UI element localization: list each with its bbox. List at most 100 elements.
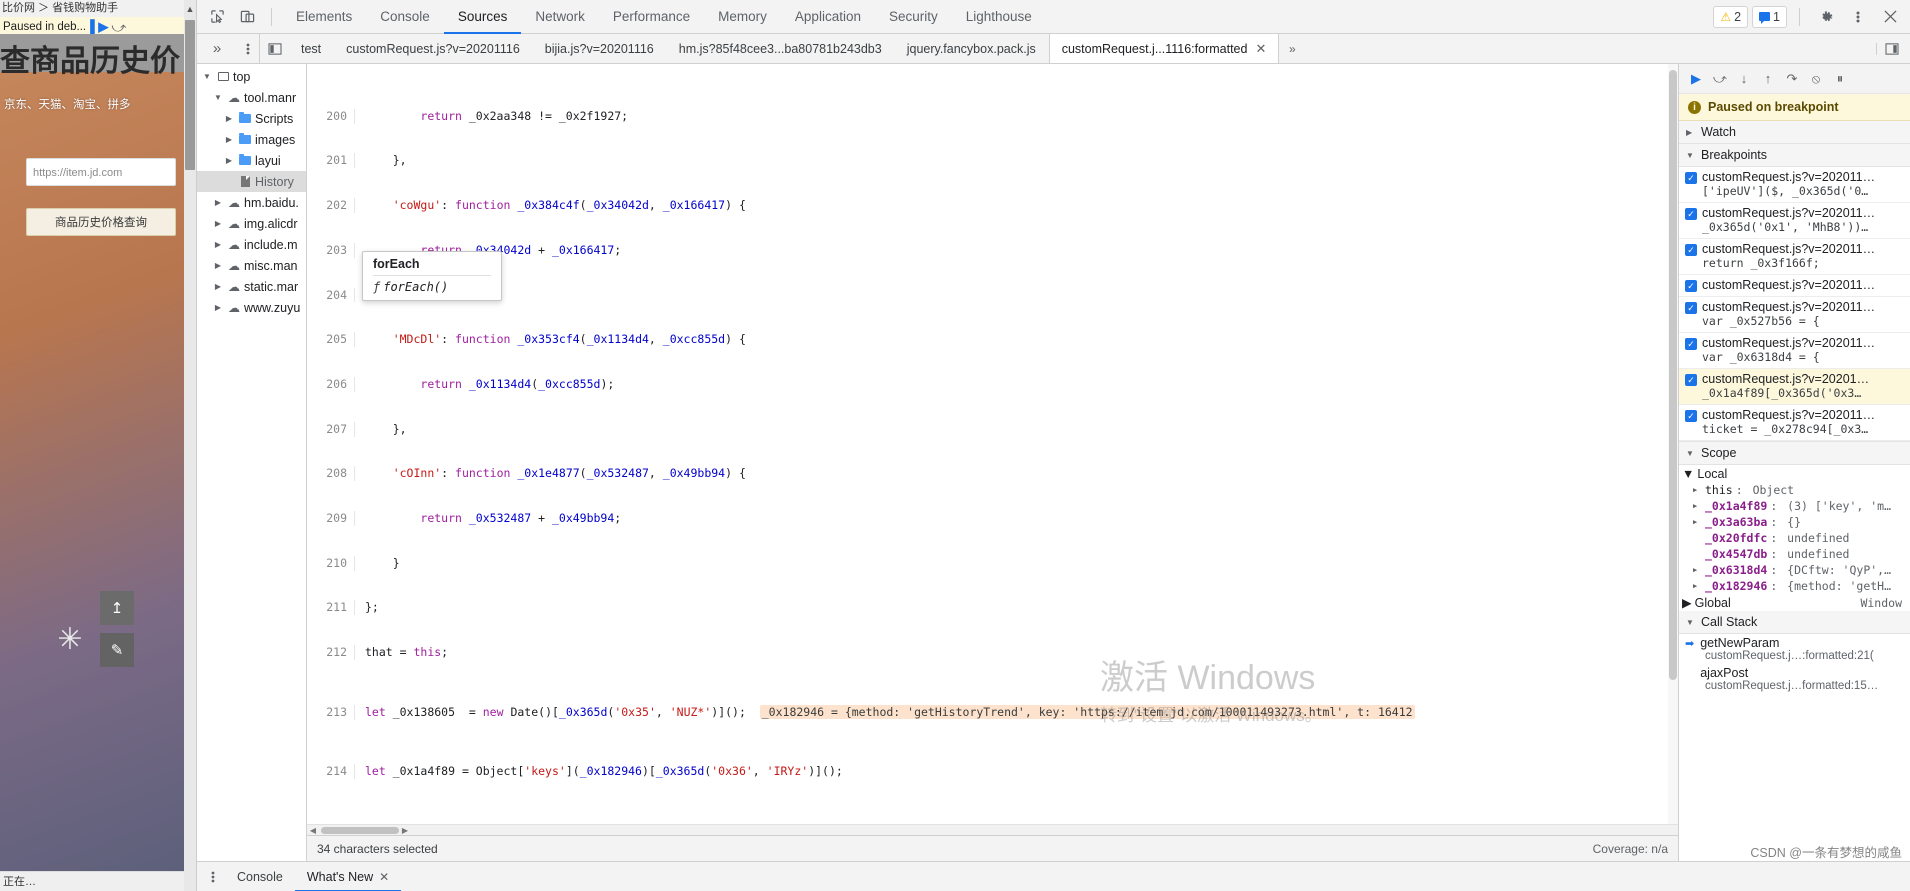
code-content[interactable]: 200 return _0x2aa348 != _0x2f1927; 201 }… [307, 64, 1678, 824]
line-text[interactable]: 'cOInn': function _0x1e4877(_0x532487, _… [355, 466, 1678, 481]
chevron-right-icon[interactable]: ▶ [1682, 595, 1692, 610]
tab-lighthouse[interactable]: Lighthouse [952, 0, 1046, 34]
autocomplete-popover[interactable]: forEach ƒ forEach() [362, 251, 502, 301]
twisty-icon[interactable]: ▶ [212, 240, 224, 249]
step-out-icon[interactable]: ↑ [1757, 68, 1779, 90]
breakpoint-item-active[interactable]: ✓ customRequest.js?v=20201… _0x1a4f89[_0x… [1679, 369, 1910, 405]
step-icon[interactable]: ↷ [1781, 68, 1803, 90]
drawer-tab-whats-new[interactable]: What's New ✕ [295, 862, 401, 891]
tree-item-scripts[interactable]: ▶ Scripts [197, 108, 306, 129]
chevron-right-icon[interactable]: ▶ [1693, 486, 1702, 494]
navigator-more-icon[interactable] [237, 34, 259, 63]
chevron-right-icon[interactable]: ▶ [1693, 502, 1702, 510]
file-tab-test[interactable]: test [289, 34, 334, 63]
line-text[interactable]: } [355, 556, 1678, 571]
line-number[interactable]: 208 [307, 466, 355, 482]
breakpoint-item[interactable]: ✓ customRequest.js?v=202011… var _0x6318d… [1679, 333, 1910, 369]
file-tab-customrequest[interactable]: customRequest.js?v=20201116 [334, 34, 533, 63]
call-stack-frame-current[interactable]: ➡ getNewParam customRequest.j…:formatted… [1679, 634, 1910, 664]
chevron-down-icon[interactable]: ▼ [1686, 618, 1696, 627]
twisty-icon[interactable]: ▶ [212, 261, 224, 270]
scroll-right-arrow-icon[interactable]: ▶ [399, 825, 411, 836]
chevron-right-icon[interactable]: ▶ [1686, 128, 1696, 137]
warning-count-button[interactable]: ⚠ 2 [1713, 5, 1749, 28]
step-over-icon[interactable]: ⤻ [111, 20, 126, 34]
line-number[interactable]: 201 [307, 153, 355, 169]
tree-item-top[interactable]: ▼ top [197, 66, 306, 87]
breakpoint-checkbox[interactable]: ✓ [1685, 374, 1697, 386]
chevron-right-icon[interactable]: ▶ [1693, 566, 1702, 574]
scope-row-0x1a4f89[interactable]: ▶ _0x1a4f89: (3) ['key', 'm… [1679, 498, 1910, 514]
scope-row-0x20fdfc[interactable]: _0x20fdfc: undefined [1679, 530, 1910, 546]
twisty-icon[interactable]: ▶ [223, 156, 235, 165]
line-number[interactable]: 206 [307, 376, 355, 392]
scroll-to-top-icon[interactable]: ↥ [100, 591, 134, 625]
breakpoint-item[interactable]: ✓ customRequest.js?v=202011… return _0x3f… [1679, 239, 1910, 275]
line-number[interactable]: 205 [307, 332, 355, 348]
line-number[interactable]: 212 [307, 645, 355, 661]
dock-panel-icon[interactable] [1876, 42, 1906, 55]
tree-item-images[interactable]: ▶ images [197, 129, 306, 150]
call-stack-section-header[interactable]: ▼ Call Stack [1679, 611, 1910, 634]
breakpoint-item[interactable]: ✓ customRequest.js?v=202011… [1679, 275, 1910, 297]
close-tab-icon[interactable]: ✕ [1255, 41, 1266, 57]
line-number[interactable]: 204 [307, 287, 355, 303]
chevron-right-icon[interactable]: ▶ [1693, 518, 1702, 526]
tab-elements[interactable]: Elements [282, 0, 366, 34]
line-number[interactable]: 211 [307, 600, 355, 616]
scope-row-this[interactable]: ▶ this: Object [1679, 482, 1910, 498]
scope-section-header[interactable]: ▼ Scope [1679, 442, 1910, 465]
tab-security[interactable]: Security [875, 0, 952, 34]
line-number[interactable]: 207 [307, 421, 355, 437]
editor-vertical-scrollbar[interactable] [1668, 64, 1678, 824]
breakpoint-checkbox[interactable]: ✓ [1685, 172, 1697, 184]
file-tab-bijia[interactable]: bijia.js?v=20201116 [533, 34, 667, 63]
step-over-icon[interactable]: ⤻ [1709, 68, 1731, 90]
editor-vscroll-thumb[interactable] [1669, 70, 1677, 680]
tree-item-hm-baidu[interactable]: ▶ ☁ hm.baidu. [197, 192, 306, 213]
line-text[interactable]: }, [355, 288, 1678, 303]
resume-script-icon[interactable]: ▶ [1685, 68, 1707, 90]
tab-network[interactable]: Network [521, 0, 599, 34]
breakpoints-section-header[interactable]: ▼ Breakpoints [1679, 144, 1910, 167]
breakpoint-item[interactable]: ✓ customRequest.js?v=202011… ['ipeUV']($,… [1679, 167, 1910, 203]
breakpoint-checkbox[interactable]: ✓ [1685, 208, 1697, 220]
scope-row-0x182946[interactable]: ▶ _0x182946: {method: 'getH… [1679, 578, 1910, 594]
chevron-double-right-icon[interactable]: » [1279, 34, 1305, 63]
line-text[interactable]: let _0x138605x = new Date()[_0x365d('0x3… [355, 704, 1678, 720]
line-text[interactable]: return _0x1134d4(_0xcc855d); [355, 377, 1678, 392]
file-tab-hm[interactable]: hm.js?85f48cee3...ba80781b243db3 [667, 34, 895, 63]
scope-row-0x3a63ba[interactable]: ▶ _0x3a63ba: {} [1679, 514, 1910, 530]
editor-hscroll-thumb[interactable] [321, 827, 399, 834]
line-text[interactable]: }, [355, 422, 1678, 437]
file-tab-jquery-fancybox[interactable]: jquery.fancybox.pack.js [895, 34, 1049, 63]
breakpoint-item[interactable]: ✓ customRequest.js?v=202011… var _0x527b5… [1679, 297, 1910, 333]
page-scrollbar[interactable]: ▲ [184, 0, 196, 891]
line-text[interactable]: return _0x34042d + _0x166417; [355, 243, 1678, 258]
line-text[interactable]: 'coWgu': function _0x384c4f(_0x34042d, _… [355, 198, 1678, 213]
twisty-icon[interactable]: ▶ [212, 198, 224, 207]
device-toolbar-icon[interactable] [233, 4, 261, 30]
tab-console[interactable]: Console [366, 0, 444, 34]
message-count-button[interactable]: 1 [1752, 5, 1787, 28]
close-icon[interactable] [1876, 4, 1904, 30]
tab-sources[interactable]: Sources [444, 0, 522, 34]
breakpoint-checkbox[interactable]: ✓ [1685, 244, 1697, 256]
tab-performance[interactable]: Performance [599, 0, 704, 34]
watch-section-header[interactable]: ▶ Watch [1679, 121, 1910, 144]
line-number[interactable]: 209 [307, 511, 355, 526]
breakpoint-checkbox[interactable]: ✓ [1685, 338, 1697, 350]
deactivate-breakpoints-icon[interactable]: ⦸ [1805, 68, 1827, 90]
tab-panel-icon[interactable] [259, 34, 289, 63]
line-number[interactable]: 200 [307, 108, 355, 124]
drawer-tab-console[interactable]: Console [225, 862, 295, 891]
chevron-down-icon[interactable]: ▼ [1686, 449, 1696, 458]
twisty-icon[interactable]: ▶ [212, 219, 224, 228]
line-number[interactable]: 213 [307, 704, 355, 720]
line-text[interactable]: 'MDcDl': function _0x353cf4(_0x1134d4, _… [355, 332, 1678, 347]
tree-item-include-m[interactable]: ▶ ☁ include.m [197, 234, 306, 255]
scroll-left-arrow-icon[interactable]: ◀ [307, 825, 319, 836]
line-number[interactable]: 202 [307, 198, 355, 214]
breakpoint-checkbox[interactable]: ✓ [1685, 280, 1697, 292]
tree-item-www-zuyu[interactable]: ▶ ☁ www.zuyu [197, 297, 306, 318]
